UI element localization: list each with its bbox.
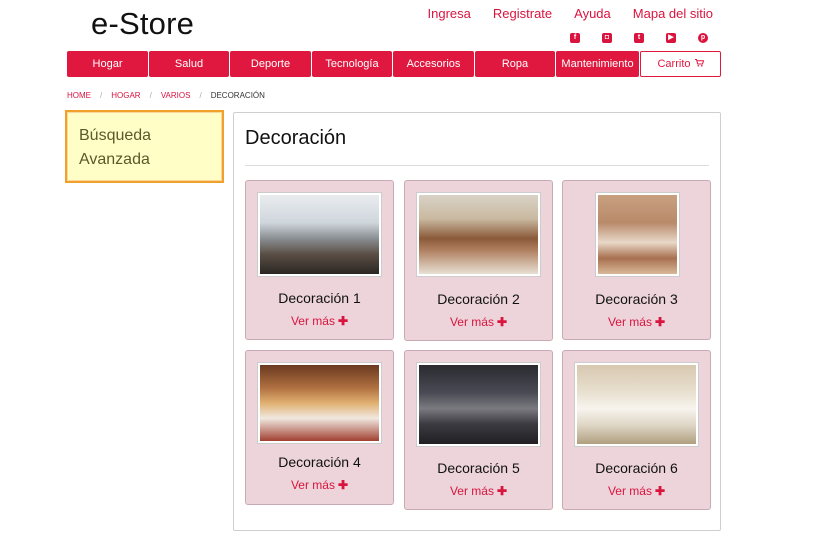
nav-item-ropa[interactable]: Ropa bbox=[475, 51, 555, 77]
sitemap-link[interactable]: Mapa del sitio bbox=[633, 6, 713, 21]
plus-icon: ✚ bbox=[496, 484, 508, 498]
nav-item-deporte[interactable]: Deporte bbox=[230, 51, 311, 77]
login-link[interactable]: Ingresa bbox=[428, 6, 471, 21]
see-more-link[interactable]: Ver más ✚ bbox=[405, 315, 552, 329]
product-title: Decoración 2 bbox=[437, 291, 520, 307]
nav-item-salud[interactable]: Salud bbox=[149, 51, 229, 77]
facebook-icon[interactable]: f bbox=[570, 33, 580, 43]
product-image[interactable] bbox=[416, 362, 541, 447]
main-nav: Hogar Salud Deporte Tecnología Accesorio… bbox=[67, 51, 721, 77]
see-more-link[interactable]: Ver más ✚ bbox=[405, 484, 552, 498]
breadcrumb-separator: / bbox=[199, 91, 202, 100]
product-card: Decoración 4 Ver más ✚ bbox=[245, 350, 394, 505]
breadcrumb: HOME / HOGAR / VARIOS / DECORACIÓN bbox=[67, 91, 265, 100]
instagram-icon[interactable]: ◘ bbox=[602, 33, 612, 43]
title-divider bbox=[245, 165, 709, 166]
breadcrumb-current: DECORACIÓN bbox=[210, 91, 265, 100]
see-more-link[interactable]: Ver más ✚ bbox=[563, 484, 710, 498]
plus-icon: ✚ bbox=[496, 315, 508, 329]
breadcrumb-home[interactable]: HOME bbox=[67, 91, 91, 100]
product-title: Decoración 3 bbox=[595, 291, 678, 307]
product-image[interactable] bbox=[257, 362, 382, 444]
cart-label: Carrito bbox=[657, 58, 691, 70]
product-card: Decoración 6 Ver más ✚ bbox=[562, 350, 711, 510]
nav-item-mantenimiento[interactable]: Mantenimiento bbox=[556, 51, 639, 77]
plus-icon: ✚ bbox=[654, 315, 666, 329]
plus-icon: ✚ bbox=[654, 484, 666, 498]
breadcrumb-separator: / bbox=[100, 91, 103, 100]
youtube-icon[interactable]: ▶ bbox=[666, 33, 676, 43]
pinterest-icon[interactable]: p bbox=[698, 33, 708, 43]
see-more-link[interactable]: Ver más ✚ bbox=[246, 314, 393, 328]
site-logo[interactable]: e-Store bbox=[91, 6, 194, 42]
cart-button[interactable]: Carrito bbox=[640, 51, 721, 77]
product-card: Decoración 2 Ver más ✚ bbox=[404, 180, 553, 341]
nav-item-tecnologia[interactable]: Tecnología bbox=[312, 51, 392, 77]
advanced-search-label-1: Búsqueda bbox=[79, 127, 152, 144]
advanced-search-box[interactable]: Búsqueda Avanzada bbox=[65, 110, 224, 183]
product-title: Decoración 5 bbox=[437, 460, 520, 476]
plus-icon: ✚ bbox=[337, 314, 349, 328]
product-title: Decoración 4 bbox=[278, 454, 361, 470]
product-image[interactable] bbox=[574, 362, 699, 447]
product-image[interactable] bbox=[257, 192, 382, 277]
product-card: Decoración 5 Ver más ✚ bbox=[404, 350, 553, 510]
plus-icon: ✚ bbox=[337, 478, 349, 492]
cart-icon bbox=[694, 58, 704, 70]
see-more-link[interactable]: Ver más ✚ bbox=[563, 315, 710, 329]
product-title: Decoración 6 bbox=[595, 460, 678, 476]
social-icons: f ◘ t ▶ p bbox=[570, 33, 730, 43]
product-card: Decoración 3 Ver más ✚ bbox=[562, 180, 711, 340]
advanced-search-label-2: Avanzada bbox=[79, 151, 150, 168]
breadcrumb-separator: / bbox=[149, 91, 152, 100]
page-title: Decoración bbox=[245, 127, 347, 149]
product-card: Decoración 1 Ver más ✚ bbox=[245, 180, 394, 340]
help-link[interactable]: Ayuda bbox=[574, 6, 611, 21]
product-image[interactable] bbox=[595, 192, 680, 277]
breadcrumb-varios[interactable]: VARIOS bbox=[161, 91, 191, 100]
content-panel: Decoración Decoración 1 Ver más ✚ Decorac… bbox=[233, 112, 721, 531]
see-more-link[interactable]: Ver más ✚ bbox=[246, 478, 393, 492]
nav-item-accesorios[interactable]: Accesorios bbox=[393, 51, 474, 77]
twitter-icon[interactable]: t bbox=[634, 33, 644, 43]
product-title: Decoración 1 bbox=[278, 290, 361, 306]
breadcrumb-hogar[interactable]: HOGAR bbox=[111, 91, 140, 100]
register-link[interactable]: Registrate bbox=[493, 6, 552, 21]
top-links: Ingresa Registrate Ayuda Mapa del sitio bbox=[428, 6, 713, 21]
nav-item-hogar[interactable]: Hogar bbox=[67, 51, 148, 77]
product-image[interactable] bbox=[416, 192, 541, 277]
